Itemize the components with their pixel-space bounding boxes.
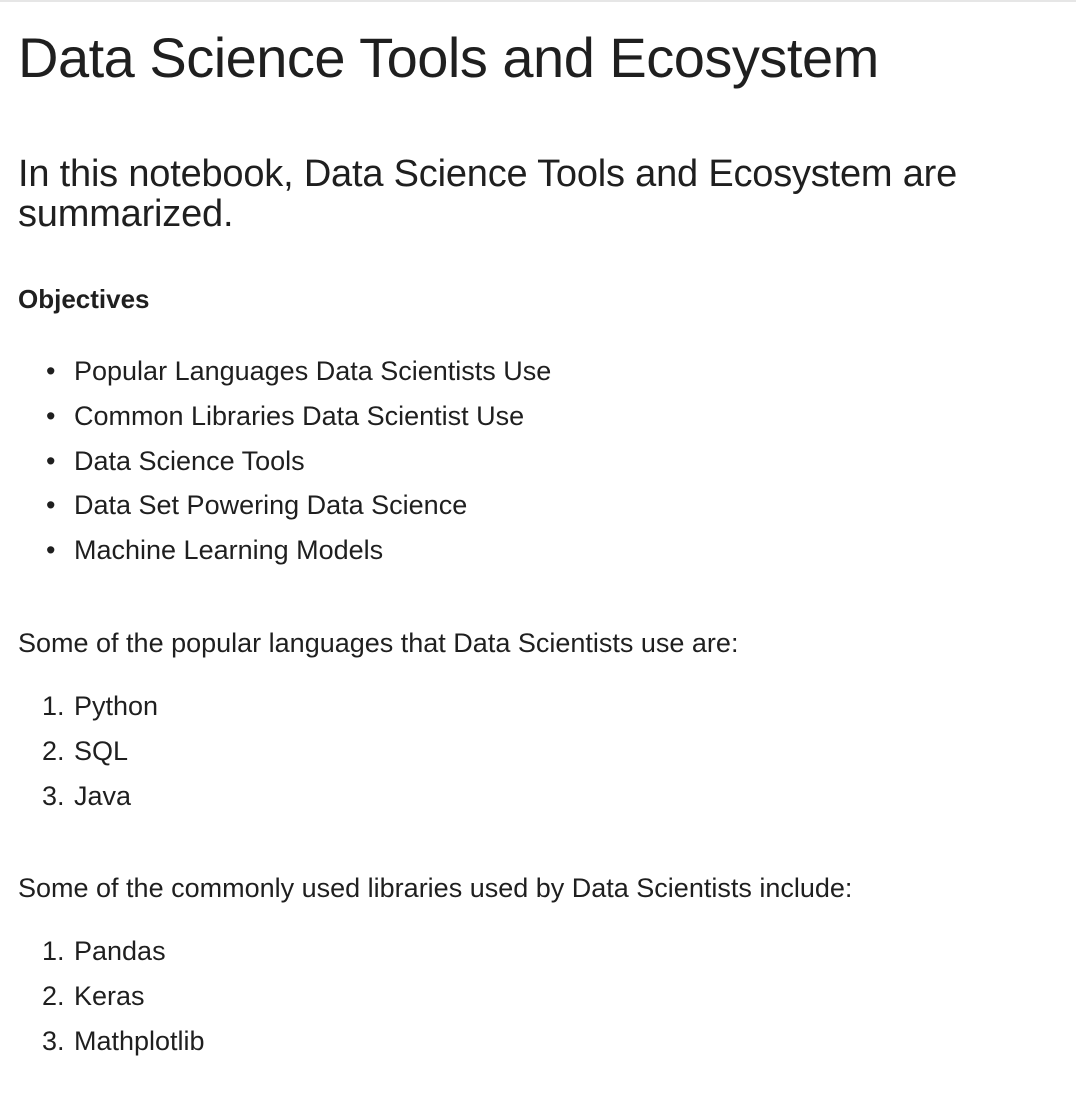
- list-item: Data Science Tools: [18, 439, 551, 484]
- intro-heading: In this notebook, Data Science Tools and…: [18, 153, 958, 235]
- list-item-label: Java: [74, 780, 132, 811]
- list-number: 2.: [42, 735, 65, 766]
- libraries-list: 1. Pandas 2. Keras 3. Mathplotlib: [18, 929, 205, 1063]
- top-divider: [0, 0, 1076, 2]
- list-number: 3.: [42, 1025, 65, 1056]
- list-item: 2. Keras: [18, 974, 205, 1019]
- list-item: Data Set Powering Data Science: [18, 483, 551, 528]
- list-item: 1. Python: [18, 684, 158, 729]
- list-item: Machine Learning Models: [18, 528, 551, 573]
- list-item: 3. Mathplotlib: [18, 1019, 205, 1064]
- languages-intro: Some of the popular languages that Data …: [18, 628, 739, 658]
- languages-list: 1. Python 2. SQL 3. Java: [18, 684, 158, 818]
- list-item-label: Mathplotlib: [74, 1025, 205, 1056]
- libraries-intro: Some of the commonly used libraries used…: [18, 873, 853, 903]
- list-item-label: Pandas: [74, 936, 166, 966]
- list-number: 3.: [42, 780, 65, 811]
- list-number: 2.: [42, 980, 65, 1011]
- objectives-heading: Objectives: [18, 284, 150, 314]
- list-item: 2. SQL: [18, 729, 158, 774]
- objectives-list: Popular Languages Data Scientists Use Co…: [18, 349, 551, 573]
- list-number: 1.: [42, 936, 65, 966]
- list-item-label: Python: [74, 691, 159, 721]
- list-item-label: SQL: [74, 735, 129, 766]
- list-item: 1. Pandas: [18, 929, 205, 974]
- list-item: Common Libraries Data Scientist Use: [18, 394, 551, 439]
- list-number: 1.: [42, 691, 65, 721]
- list-item-label: Keras: [74, 980, 145, 1011]
- page-title: Data Science Tools and Ecosystem: [18, 26, 879, 89]
- list-item: 3. Java: [18, 774, 158, 819]
- list-item: Popular Languages Data Scientists Use: [18, 349, 551, 394]
